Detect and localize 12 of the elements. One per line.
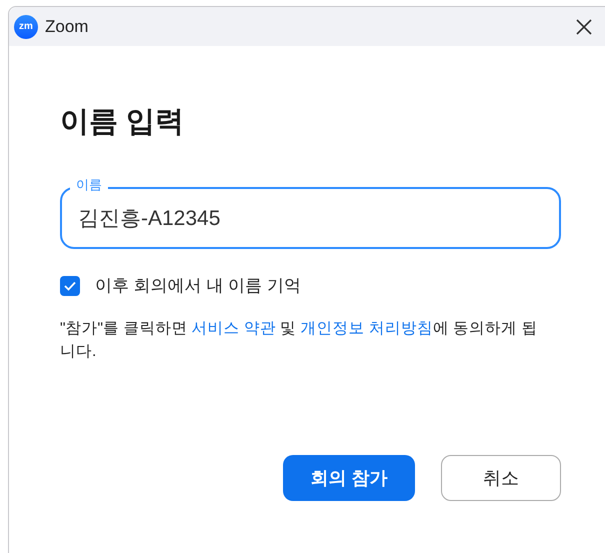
checkbox-label: 이후 회의에서 내 이름 기억	[95, 275, 301, 297]
terms-notice: "참가"를 클릭하면 서비스 약관 및 개인정보 처리방침에 동의하게 됩니다.	[60, 319, 538, 362]
window-title: Zoom	[45, 16, 90, 36]
dialog-heading: 이름 입력	[60, 105, 186, 140]
remember-checkbox[interactable]	[60, 276, 80, 296]
field-label: 이름	[70, 177, 108, 193]
terms-link[interactable]: 서비스 약관	[192, 320, 276, 337]
terms-link[interactable]: 개인정보 처리방침	[300, 320, 433, 337]
cancel-button[interactable]: 취소	[441, 455, 561, 501]
app-logo: zm	[14, 14, 38, 38]
join-button[interactable]: 회의 참가	[283, 455, 415, 501]
check-icon	[64, 280, 76, 290]
